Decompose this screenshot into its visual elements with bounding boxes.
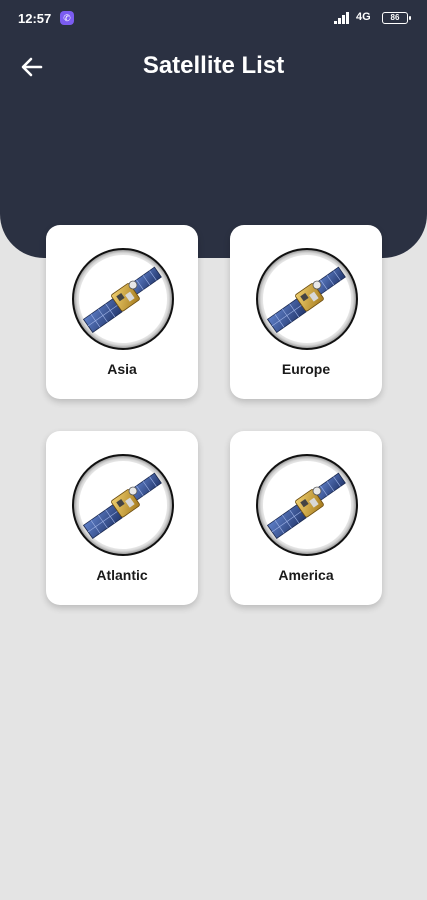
region-label: Atlantic [96, 567, 148, 583]
region-card-america[interactable]: America [230, 431, 382, 605]
network-type: 4G [356, 11, 371, 23]
signal-icon [334, 12, 349, 24]
satellite-icon [71, 453, 175, 557]
region-card-europe[interactable]: Europe [230, 225, 382, 399]
satellite-icon [71, 247, 175, 351]
region-label: Asia [107, 361, 137, 377]
satellite-icon [255, 453, 359, 557]
header-banner [0, 0, 427, 258]
battery-level: 86 [390, 13, 400, 22]
page-title: Satellite List [142, 52, 285, 79]
region-card-atlantic[interactable]: Atlantic [46, 431, 198, 605]
status-time: 12:57 [18, 11, 52, 26]
viber-icon: ✆ [60, 11, 74, 25]
region-card-asia[interactable]: Asia [46, 225, 198, 399]
region-label: America [278, 567, 334, 583]
battery-icon: 86 [382, 12, 411, 24]
region-label: Europe [281, 361, 331, 377]
status-bar: 12:57 ✆ 4G 86 [0, 0, 427, 36]
satellite-icon [255, 247, 359, 351]
